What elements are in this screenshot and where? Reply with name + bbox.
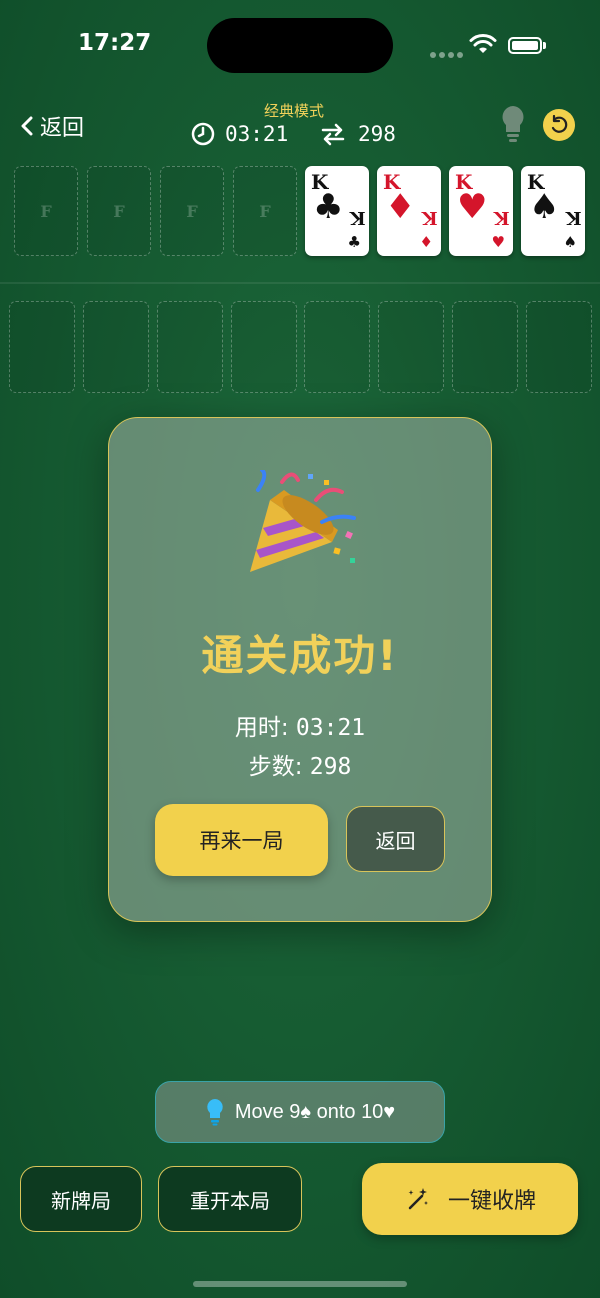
- heart-icon: ♥: [491, 233, 505, 251]
- cellular-signal-icon: [430, 43, 466, 62]
- foundation-card-clubs[interactable]: K ♣ K ♣: [305, 166, 369, 256]
- play-again-button[interactable]: 再来一局: [155, 804, 328, 876]
- tableau-column-3[interactable]: [157, 301, 223, 393]
- moves-stat-value: 298: [309, 754, 352, 780]
- free-cell-1[interactable]: F: [14, 166, 78, 256]
- moves-value: 298: [358, 122, 396, 146]
- foundation-card-diamonds[interactable]: K ♦ K ♦: [377, 166, 441, 256]
- new-game-button[interactable]: 新牌局: [20, 1166, 142, 1232]
- club-icon: ♣: [313, 187, 344, 227]
- spade-icon: ♠: [563, 233, 577, 251]
- tableau-column-8[interactable]: [526, 301, 592, 393]
- tableau-column-4[interactable]: [231, 301, 297, 393]
- free-cell-2[interactable]: F: [87, 166, 151, 256]
- free-cell-label: F: [40, 201, 52, 221]
- hint-toast: Move 9♠ onto 10♥: [155, 1081, 445, 1143]
- restart-button[interactable]: 重开本局: [158, 1166, 302, 1232]
- diamond-icon: ♦: [385, 187, 416, 227]
- diamond-icon: ♦: [419, 233, 433, 251]
- free-cell-3[interactable]: F: [160, 166, 224, 256]
- moves-display: 298: [320, 122, 396, 146]
- card-rank: K: [350, 207, 366, 228]
- party-popper-icon: [250, 470, 356, 572]
- wifi-icon: [469, 34, 497, 53]
- free-cell-label: F: [186, 201, 198, 221]
- home-indicator: [193, 1281, 407, 1287]
- foundation-card-spades[interactable]: K ♠ K ♠: [521, 166, 585, 256]
- free-cell-label: F: [259, 201, 271, 221]
- timer-value: 03:21: [225, 122, 289, 146]
- tableau-column-2[interactable]: [83, 301, 149, 393]
- tableau-column-5[interactable]: [304, 301, 370, 393]
- tableau-column-6[interactable]: [378, 301, 444, 393]
- swap-arrows-icon: [321, 123, 345, 146]
- moves-stat: 步数: 298: [108, 747, 492, 781]
- undo-icon: [551, 115, 568, 133]
- foundation-card-hearts[interactable]: K ♥ K ♥: [449, 166, 513, 256]
- magic-wand-icon: [408, 1188, 428, 1210]
- game-mode-label: 经典模式: [263, 102, 324, 120]
- free-cell-4[interactable]: F: [233, 166, 297, 256]
- lightbulb-icon: [207, 1099, 223, 1126]
- chevron-left-icon: [21, 116, 33, 136]
- time-stat-label: 用时:: [234, 715, 289, 741]
- club-icon: ♣: [347, 233, 361, 251]
- timer-display: 03:21: [191, 122, 288, 146]
- divider: [0, 282, 600, 284]
- win-title: 通关成功!: [201, 631, 399, 680]
- clock-icon: [191, 122, 215, 146]
- battery-icon: [508, 37, 542, 54]
- dynamic-island: [207, 18, 393, 73]
- moves-stat-label: 步数:: [248, 754, 303, 780]
- heart-icon: ♥: [457, 187, 488, 227]
- spade-icon: ♠: [529, 187, 560, 227]
- status-time: 17:27: [78, 30, 152, 56]
- auto-collect-button[interactable]: 一键收牌: [362, 1163, 578, 1235]
- time-stat-value: 03:21: [295, 715, 366, 741]
- time-stat: 用时: 03:21: [108, 708, 492, 742]
- back-label: 返回: [40, 116, 85, 141]
- undo-button[interactable]: [543, 109, 575, 141]
- card-rank: K: [422, 207, 438, 228]
- hint-text: Move 9♠ onto 10♥: [234, 1100, 396, 1123]
- tableau-column-1[interactable]: [9, 301, 75, 393]
- auto-collect-label: 一键收牌: [447, 1189, 536, 1214]
- battery-tip: [543, 42, 546, 49]
- tableau-column-7[interactable]: [452, 301, 518, 393]
- free-cell-label: F: [113, 201, 125, 221]
- card-rank: K: [494, 207, 510, 228]
- dialog-back-button[interactable]: 返回: [346, 806, 445, 872]
- lightbulb-icon[interactable]: [498, 104, 528, 144]
- card-rank: K: [566, 207, 582, 228]
- back-button[interactable]: 返回: [20, 110, 84, 142]
